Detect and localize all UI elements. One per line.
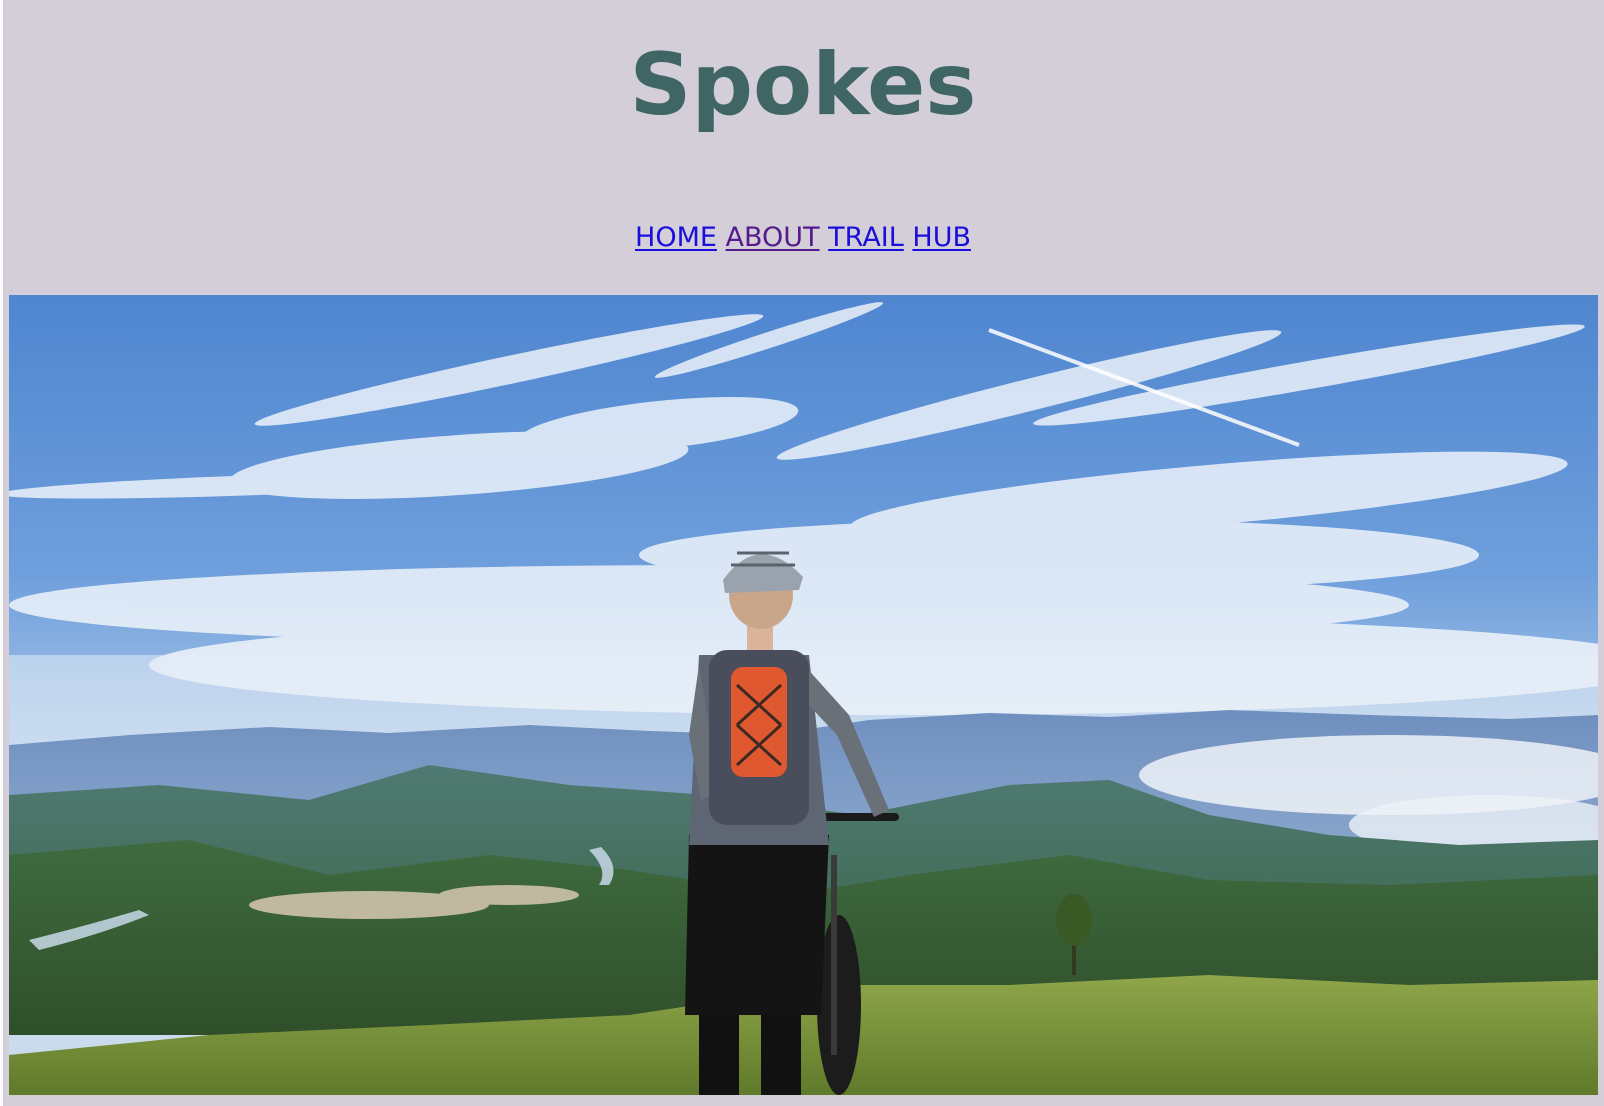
main-nav: HOME ABOUT TRAIL HUB [3, 224, 1603, 251]
nav-link-trail[interactable]: TRAIL [828, 222, 904, 253]
nav-link-hub[interactable]: HUB [912, 222, 971, 253]
site-title: Spokes [629, 35, 977, 135]
nav-link-home[interactable]: HOME [635, 222, 717, 253]
nav-link-about[interactable]: ABOUT [726, 222, 820, 253]
hero-image [9, 295, 1598, 1095]
mountain-biker-landscape-icon [9, 295, 1598, 1095]
page: Spokes HOME ABOUT TRAIL HUB [0, 0, 1604, 1106]
